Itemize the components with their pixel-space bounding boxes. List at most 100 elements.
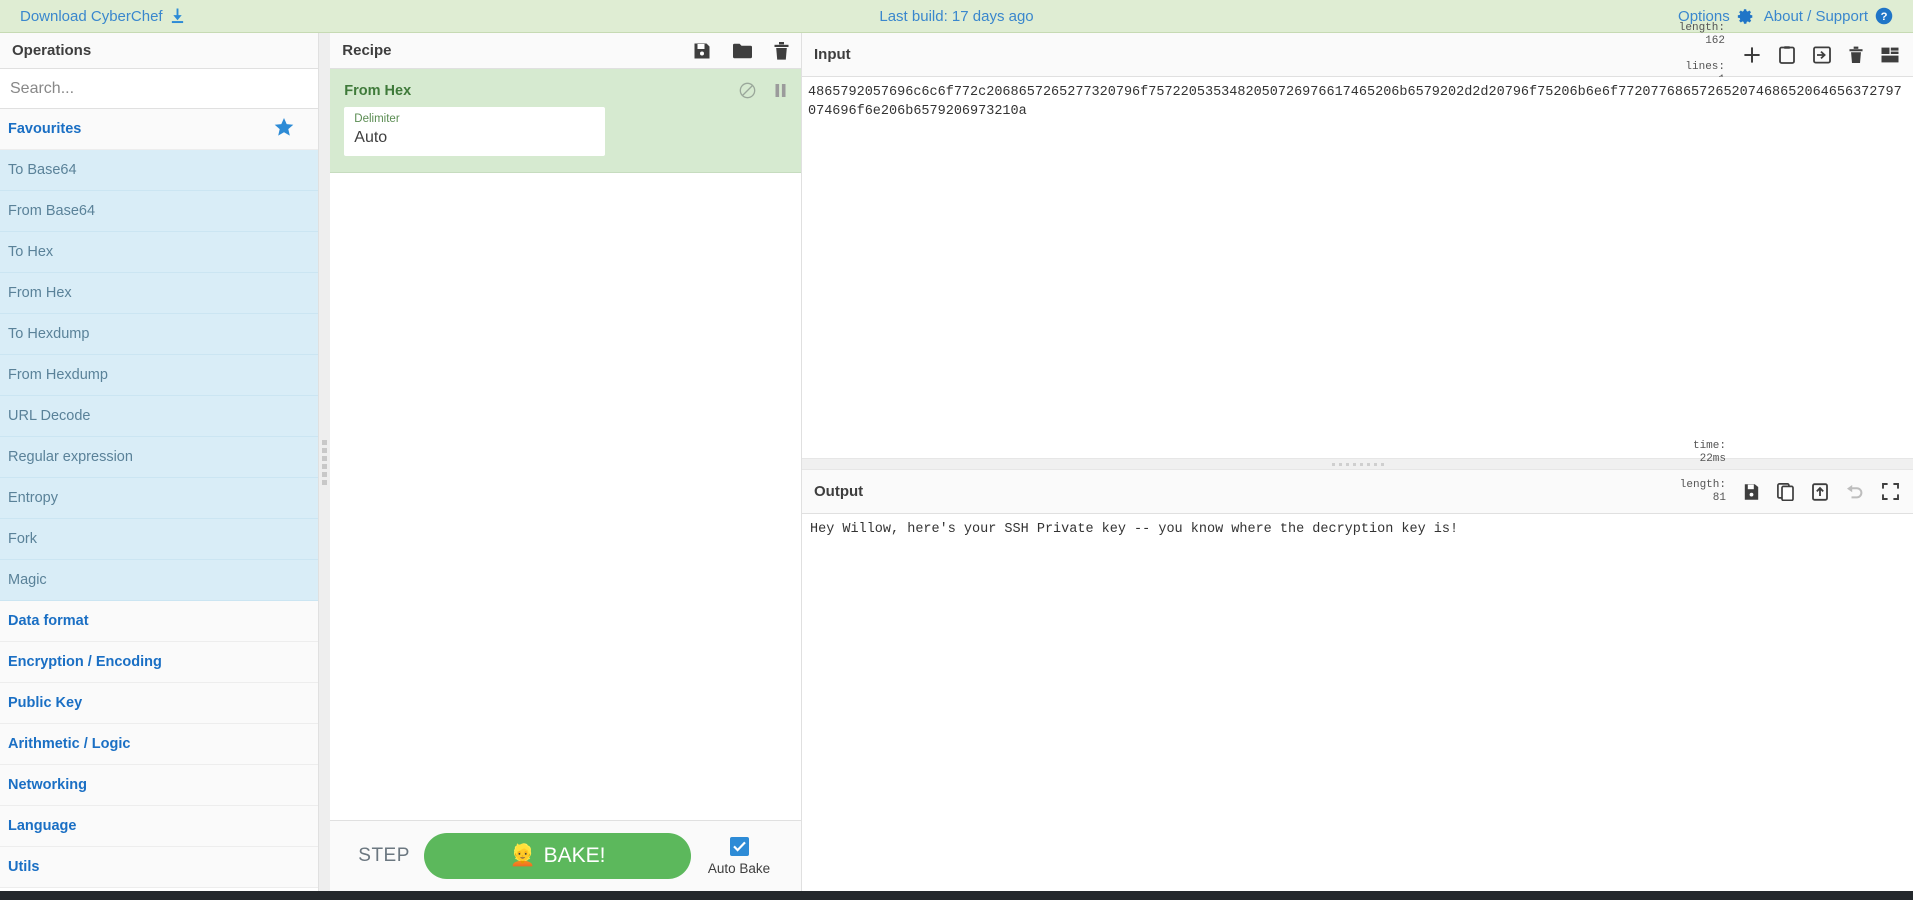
about-support-button[interactable]: About / Support ? xyxy=(1764,7,1893,25)
options-label[interactable]: Options xyxy=(1678,8,1730,25)
operation-label: From Base64 xyxy=(8,203,96,219)
splitter-grip-icon xyxy=(1331,462,1384,466)
recipe-title-bar: Recipe xyxy=(330,33,801,69)
output-title: Output xyxy=(814,483,864,500)
maximise-icon[interactable] xyxy=(1882,483,1899,500)
category-label: Public Key xyxy=(8,695,83,711)
bake-button-label: BAKE! xyxy=(543,844,606,867)
star-icon xyxy=(274,117,310,141)
operation-item[interactable]: From Base64 xyxy=(0,191,319,232)
operation-item[interactable]: To Hexdump xyxy=(0,314,319,355)
splitter-grip-icon xyxy=(322,439,328,485)
recipe-operation-icons xyxy=(739,82,787,99)
operation-item[interactable]: URL Decode xyxy=(0,396,319,437)
operation-item[interactable]: Entropy xyxy=(0,478,319,519)
banner-actions: Options About / Support ? xyxy=(1678,7,1893,25)
save-icon[interactable] xyxy=(693,42,711,60)
recipe-operation-name: From Hex xyxy=(344,82,412,99)
category-label: Language xyxy=(8,818,77,834)
category-utils[interactable]: Utils xyxy=(0,847,319,888)
recipe-operation-from-hex[interactable]: From Hex Delimiter Auto xyxy=(330,69,801,173)
footer-bar xyxy=(0,891,1913,900)
category-label: Networking xyxy=(8,777,87,793)
bake-button[interactable]: 👱 BAKE! xyxy=(423,833,691,879)
category-favourites[interactable]: Favourites xyxy=(0,109,319,150)
input-textarea[interactable]: 4865792057696c6c6f772c206865726527732079… xyxy=(802,77,1913,458)
main-layout: Operations Favourites To Base64 From Bas… xyxy=(0,22,1913,891)
clear-io-icon[interactable] xyxy=(1849,46,1863,64)
input-length-value: 162 xyxy=(1705,35,1725,47)
disable-icon[interactable] xyxy=(739,82,756,99)
input-panel: Input length: 162 lines: 1 xyxy=(802,22,1913,458)
argument-delimiter[interactable]: Delimiter Auto xyxy=(344,107,606,156)
chef-icon: 👱 xyxy=(509,844,536,867)
operation-item[interactable]: Fork xyxy=(0,519,319,560)
category-label: Encryption / Encoding xyxy=(8,654,162,670)
open-folder-icon[interactable] xyxy=(1779,45,1795,64)
download-icon[interactable] xyxy=(170,8,185,24)
undo-icon[interactable] xyxy=(1846,484,1864,499)
operation-label: Entropy xyxy=(8,490,58,506)
pause-icon[interactable] xyxy=(774,83,787,98)
replace-input-icon[interactable] xyxy=(1812,482,1828,501)
input-output-splitter[interactable] xyxy=(802,458,1913,470)
operation-item[interactable]: Magic xyxy=(0,560,319,601)
recipe-panel: Recipe From Hex Delimiter Auto STEP 👱 BA… xyxy=(330,33,802,891)
category-arithmetic-logic[interactable]: Arithmetic / Logic xyxy=(0,724,319,765)
folder-icon[interactable] xyxy=(733,43,752,59)
operation-label: From Hex xyxy=(8,285,72,301)
argument-label: Delimiter xyxy=(354,113,400,125)
recipe-operations-list[interactable]: From Hex Delimiter Auto xyxy=(330,69,801,820)
operation-item[interactable]: From Hex xyxy=(0,273,319,314)
operation-label: From Hexdump xyxy=(8,367,108,383)
open-file-as-input-icon[interactable] xyxy=(1813,45,1831,64)
operation-label: Fork xyxy=(8,531,37,547)
about-support-label[interactable]: About / Support xyxy=(1764,8,1868,25)
gear-icon[interactable] xyxy=(1737,8,1754,25)
bake-controls: STEP 👱 BAKE! Auto Bake xyxy=(330,820,801,891)
add-tab-icon[interactable] xyxy=(1743,46,1761,64)
operation-label: Regular expression xyxy=(8,449,133,465)
operation-label: To Hex xyxy=(8,244,54,260)
input-lines-label: lines: xyxy=(1685,61,1725,73)
output-text[interactable]: Hey Willow, here's your SSH Private key … xyxy=(802,514,1913,891)
save-output-icon[interactable] xyxy=(1744,483,1759,501)
options-button[interactable]: Options xyxy=(1678,8,1754,25)
copy-icon[interactable] xyxy=(1777,482,1794,501)
download-cyberchef-label[interactable]: Download CyberChef xyxy=(20,8,163,25)
output-time-label: time: xyxy=(1692,439,1726,452)
output-icons xyxy=(1744,482,1899,501)
step-button[interactable]: STEP xyxy=(344,845,424,867)
category-data-format[interactable]: Data format xyxy=(0,601,319,642)
operations-title: Operations xyxy=(0,33,319,69)
operations-recipe-splitter[interactable] xyxy=(319,33,331,891)
argument-value[interactable]: Auto xyxy=(354,127,597,149)
operation-label: Magic xyxy=(8,572,47,588)
category-public-key[interactable]: Public Key xyxy=(0,683,319,724)
operation-item[interactable]: From Hexdump xyxy=(0,355,319,396)
auto-bake-toggle[interactable]: Auto Bake xyxy=(691,836,787,876)
category-label: Data format xyxy=(8,613,89,629)
auto-bake-checkbox[interactable] xyxy=(729,836,749,856)
category-encryption-encoding[interactable]: Encryption / Encoding xyxy=(0,642,319,683)
question-circle-icon[interactable]: ? xyxy=(1875,7,1893,25)
category-language[interactable]: Language xyxy=(0,806,319,847)
reset-pane-layout-icon[interactable] xyxy=(1881,47,1899,63)
operation-label: To Base64 xyxy=(8,162,77,178)
recipe-operation-header: From Hex xyxy=(344,79,787,107)
category-favourites-label: Favourites xyxy=(8,121,82,137)
operations-list: Favourites To Base64 From Base64 To Hex … xyxy=(0,109,319,891)
download-cyberchef-link[interactable]: Download CyberChef xyxy=(20,8,185,25)
input-icons xyxy=(1743,45,1899,64)
recipe-title: Recipe xyxy=(342,42,392,59)
auto-bake-label: Auto Bake xyxy=(707,860,771,876)
io-panel: Input length: 162 lines: 1 xyxy=(802,22,1913,891)
category-networking[interactable]: Networking xyxy=(0,765,319,806)
operation-item[interactable]: Regular expression xyxy=(0,437,319,478)
last-build-link[interactable]: Last build: 17 days ago xyxy=(879,8,1033,25)
operation-item[interactable]: To Hex xyxy=(0,232,319,273)
operation-item[interactable]: To Base64 xyxy=(0,150,319,191)
search-input[interactable] xyxy=(0,69,319,109)
operations-panel: Operations Favourites To Base64 From Bas… xyxy=(0,33,320,891)
trash-icon[interactable] xyxy=(774,41,789,60)
